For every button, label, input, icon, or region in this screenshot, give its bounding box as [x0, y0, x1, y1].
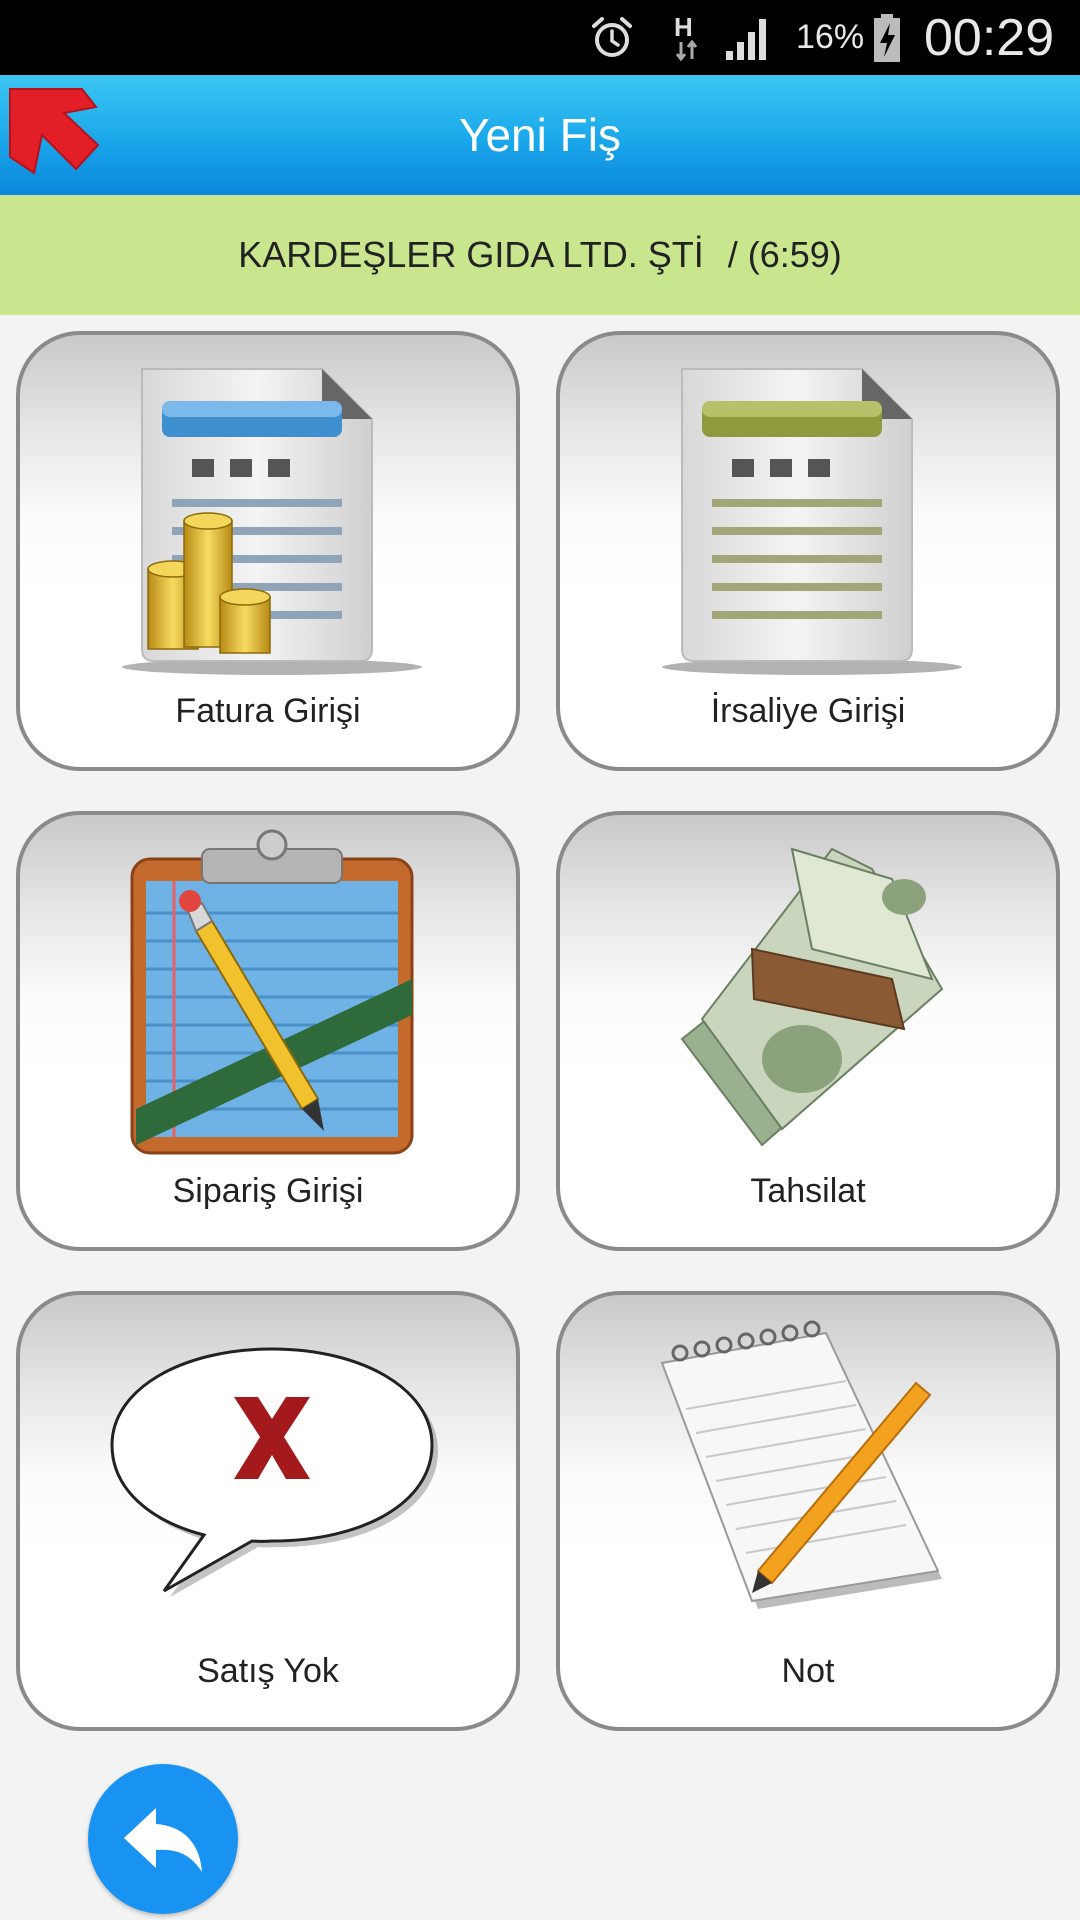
tile-fatura-girisi[interactable]: Fatura Girişi — [16, 331, 520, 771]
tile-tahsilat[interactable]: Tahsilat — [556, 811, 1060, 1251]
waybill-document-icon — [642, 349, 982, 679]
svg-text:H: H — [674, 12, 693, 42]
tile-satis-yok[interactable]: Satış Yok — [16, 1291, 520, 1731]
page-title: Yeni Fiş — [459, 109, 621, 161]
app-bar: Yeni Fiş — [0, 75, 1080, 195]
notepad-pencil-icon — [642, 1309, 982, 1639]
status-bar: H 16% 00:29 — [0, 0, 1080, 75]
alarm-icon — [588, 0, 640, 75]
tile-siparis-girisi[interactable]: Sipariş Girişi — [16, 811, 520, 1251]
tile-not[interactable]: Not — [556, 1291, 1060, 1731]
back-button[interactable] — [88, 1764, 238, 1914]
tile-label: Not — [781, 1652, 835, 1690]
battery-charging-icon — [872, 0, 904, 75]
tile-label: İrsaliye Girişi — [710, 692, 906, 730]
signal-icon — [724, 0, 774, 75]
speech-bubble-x-icon — [102, 1309, 442, 1639]
money-stack-icon — [642, 829, 982, 1159]
clock: 00:29 — [924, 8, 1055, 67]
customer-time: / (6:59) — [727, 234, 842, 275]
tile-irsaliye-girisi[interactable]: İrsaliye Girişi — [556, 331, 1060, 771]
tile-label: Fatura Girişi — [175, 692, 361, 730]
invoice-coins-icon — [102, 349, 442, 679]
tile-label: Tahsilat — [750, 1172, 866, 1210]
customer-banner: KARDEŞLER GIDA LTD. ŞTİ / (6:59) — [0, 195, 1080, 315]
reply-arrow-icon — [124, 1808, 202, 1872]
tile-label: Sipariş Girişi — [172, 1172, 364, 1210]
customer-name: KARDEŞLER GIDA LTD. ŞTİ — [238, 234, 704, 275]
network-h-icon: H — [672, 0, 706, 75]
tile-label: Satış Yok — [197, 1652, 339, 1690]
clipboard-pencil-icon — [102, 829, 442, 1159]
battery-percent: 16% — [796, 18, 865, 56]
